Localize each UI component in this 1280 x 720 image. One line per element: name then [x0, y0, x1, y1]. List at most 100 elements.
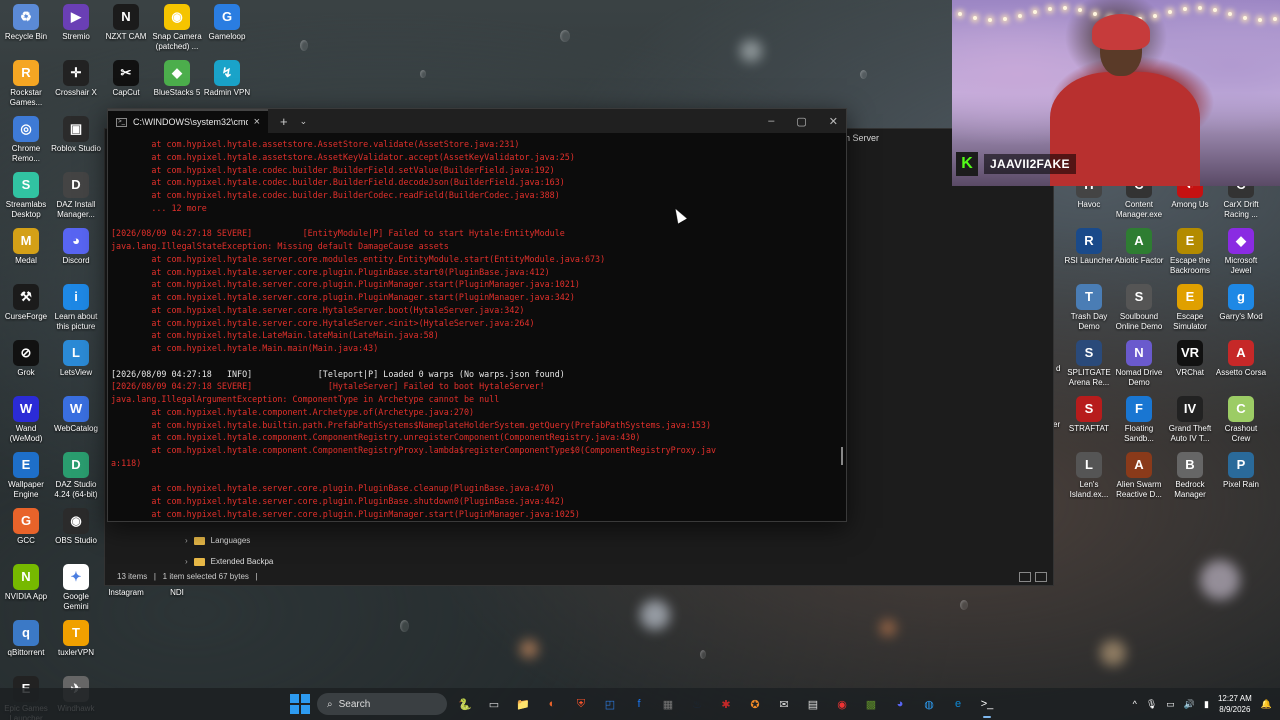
tiles-view-icon[interactable] — [1035, 572, 1047, 582]
app-orange-icon[interactable]: ✪ — [744, 693, 766, 715]
desktop-icon[interactable]: D DAZ Studio 4.24 (64-bit) — [50, 452, 102, 500]
chevron-down-icon[interactable]: ⌄ — [300, 116, 308, 127]
volume-icon[interactable]: 🔊 — [1184, 699, 1195, 710]
terminal-window[interactable]: >_ C:\WINDOWS\system32\cmd. × + ⌄ – ▢ ✕ … — [107, 108, 847, 522]
desktop-icon[interactable]: N NZXT CAM — [100, 4, 152, 42]
desktop-icon[interactable]: ◉ OBS Studio — [50, 508, 102, 546]
desktop-icon[interactable]: g Garry's Mod — [1215, 284, 1267, 322]
desktop-icon[interactable]: B Bedrock Manager — [1164, 452, 1216, 500]
desktop-icon[interactable]: A Abiotic Factor — [1113, 228, 1165, 266]
brave-icon[interactable]: ⛨ — [570, 693, 592, 715]
desktop-icon[interactable]: D DAZ Install Manager... — [50, 172, 102, 220]
desktop-icon[interactable]: C Crashout Crew — [1215, 396, 1267, 444]
file-explorer-icon[interactable]: 📁 — [512, 693, 534, 715]
battery-icon[interactable]: ▮ — [1204, 699, 1209, 710]
task-view-icon[interactable]: ▭ — [483, 693, 505, 715]
close-tab-icon[interactable]: × — [254, 116, 260, 128]
desktop-icon[interactable]: TtuxlerVPN — [50, 620, 102, 658]
desktop-icon[interactable]: ◕ Discord — [50, 228, 102, 266]
chevron-right-icon[interactable]: › — [185, 557, 188, 566]
browser-orange-icon[interactable]: ◐ — [541, 693, 563, 715]
desktop-icon[interactable]: q qBittorrent — [0, 620, 52, 658]
minecraft-icon[interactable]: ▩ — [860, 693, 882, 715]
facebook-icon[interactable]: f — [628, 693, 650, 715]
chevron-right-icon[interactable]: › — [185, 536, 188, 545]
mic-icon[interactable]: 🎙 — [1146, 699, 1157, 710]
desktop-icon[interactable]: R RSI Launcher — [1063, 228, 1115, 266]
minimize-button[interactable]: – — [768, 115, 774, 127]
details-view-icon[interactable] — [1019, 572, 1031, 582]
maximize-button[interactable]: ▢ — [796, 115, 806, 128]
desktop-icon[interactable]: N Nomad Drive Demo — [1113, 340, 1165, 388]
terminal-scrollbar[interactable] — [841, 447, 843, 465]
notepad-icon[interactable]: ▤ — [802, 693, 824, 715]
desktop-icon[interactable]: G GCC — [0, 508, 52, 546]
network-icon[interactable]: ▭ — [1166, 699, 1175, 710]
desktop-icon[interactable]: ▶ Stremio — [50, 4, 102, 42]
terminal-line: at com.hypixel.hytale.codec.builder.Buil… — [111, 164, 555, 175]
desktop-icon[interactable]: ✦ Google Gemini — [50, 564, 102, 612]
mail-icon[interactable]: ✉ — [773, 693, 795, 715]
terminal-titlebar[interactable]: >_ C:\WINDOWS\system32\cmd. × + ⌄ – ▢ ✕ — [108, 109, 846, 133]
desktop-icon[interactable]: A Assetto Corsa — [1215, 340, 1267, 378]
start-button[interactable] — [290, 694, 310, 714]
desktop-icon[interactable]: ⚒ CurseForge — [0, 284, 52, 322]
notification-bell-icon[interactable]: 🔔 — [1261, 699, 1272, 710]
steam-icon[interactable]: ♨ — [686, 693, 708, 715]
desktop-icon[interactable]: N NVIDIA App — [0, 564, 52, 602]
desktop-icon-label: LetsView — [59, 368, 93, 377]
desktop-icon[interactable]: S SPLITGATE Arena Re... — [1063, 340, 1115, 388]
desktop-icon[interactable]: S Soulbound Online Demo — [1113, 284, 1165, 332]
desktop-icon[interactable]: ♻ Recycle Bin — [0, 4, 52, 42]
clock[interactable]: 12:27 AM 8/9/2026 — [1218, 693, 1252, 715]
desktop-icon[interactable]: IV Grand Theft Auto IV T... — [1164, 396, 1216, 444]
taskbar-search[interactable]: ⌕ Search — [317, 693, 447, 715]
edge-icon[interactable]: e — [947, 693, 969, 715]
desktop-icon[interactable]: L LetsView — [50, 340, 102, 378]
desktop-icon[interactable]: ◎ Chrome Remo... — [0, 116, 52, 164]
terminal-tab[interactable]: >_ C:\WINDOWS\system32\cmd. × — [108, 109, 268, 133]
desktop-icon[interactable]: M Medal — [0, 228, 52, 266]
calculator-icon[interactable]: ▦ — [657, 693, 679, 715]
desktop-icon[interactable]: ▣ Roblox Studio — [50, 116, 102, 154]
desktop-icon[interactable]: S STRAFTAT — [1063, 396, 1115, 434]
discord-icon: ◕ — [63, 228, 89, 254]
desktop-icon[interactable]: P Pixel Rain — [1215, 452, 1267, 490]
desktop-icon[interactable]: A Alien Swarm Reactive D... — [1113, 452, 1165, 500]
explorer-tab-server[interactable]: h Server — [845, 133, 879, 143]
desktop-icon[interactable]: E Wallpaper Engine — [0, 452, 52, 500]
desktop-icon[interactable]: i Learn about this picture — [50, 284, 102, 332]
tree-item-extended-backpack[interactable]: › Extended Backpa — [185, 557, 273, 566]
desktop-icon[interactable]: ◆ BlueStacks 5 — [151, 60, 203, 98]
discord-taskbar-icon[interactable]: ◕ — [889, 693, 911, 715]
desktop-icon[interactable]: R Rockstar Games... — [0, 60, 52, 108]
desktop-icon[interactable]: W Wand (WeMod) — [0, 396, 52, 444]
app-icon-1[interactable]: 🐍 — [454, 693, 476, 715]
desktop-icon[interactable]: ⊘ Grok — [0, 340, 52, 378]
desktop-icon[interactable]: ✂ CapCut — [100, 60, 152, 98]
close-window-button[interactable]: ✕ — [829, 115, 838, 128]
desktop-icon[interactable]: ◆ Microsoft Jewel — [1215, 228, 1267, 276]
store-icon[interactable]: ◰ — [599, 693, 621, 715]
obs-taskbar-icon[interactable]: ◉ — [831, 693, 853, 715]
desktop-icon[interactable]: G Gameloop — [201, 4, 253, 42]
app-blue-icon[interactable]: ◍ — [918, 693, 940, 715]
desktop-icon[interactable]: VR VRChat — [1164, 340, 1216, 378]
desktop-icon[interactable]: E Escape Simulator — [1164, 284, 1216, 332]
desktop-icon[interactable]: ↯ Radmin VPN — [201, 60, 253, 98]
desktop-icon[interactable]: F Floating Sandb... — [1113, 396, 1165, 444]
desktop-icon[interactable]: L Len's Island.ex... — [1063, 452, 1115, 500]
desktop-icon[interactable]: ◉ Snap Camera (patched) ... — [151, 4, 203, 52]
tray-chevron-icon[interactable]: ^ — [1133, 699, 1137, 709]
tree-item-languages[interactable]: › Languages — [185, 536, 250, 545]
new-tab-button[interactable]: + — [280, 114, 288, 129]
desktop-icon[interactable]: T Trash Day Demo — [1063, 284, 1115, 332]
desktop-icon[interactable]: E Escape the Backrooms — [1164, 228, 1216, 276]
terminal-taskbar-icon[interactable]: >_ — [976, 693, 998, 718]
desktop-icon[interactable]: W WebCatalog — [50, 396, 102, 434]
terminal-output[interactable]: at com.hypixel.hytale.assetstore.AssetSt… — [108, 133, 846, 519]
desktop-icon[interactable]: S Streamlabs Desktop — [0, 172, 52, 220]
app-red-icon[interactable]: ✱ — [715, 693, 737, 715]
terminal-line: at com.hypixel.hytale.component.Archetyp… — [111, 406, 475, 417]
desktop-icon[interactable]: ✛ Crosshair X — [50, 60, 102, 98]
